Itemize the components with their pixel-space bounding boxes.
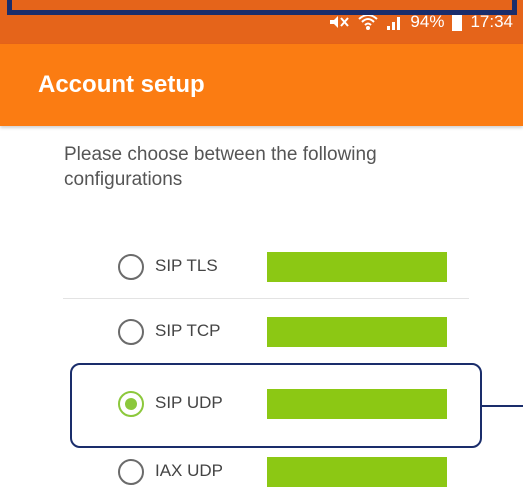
option-sip-tcp[interactable]: SIP TCP bbox=[63, 302, 469, 362]
option-label: SIP TLS bbox=[155, 256, 218, 275]
battery-icon bbox=[452, 13, 463, 31]
signal-icon bbox=[386, 13, 402, 31]
redaction-block bbox=[267, 317, 447, 347]
radio-iax-udp[interactable] bbox=[118, 459, 144, 485]
clock: 17:34 bbox=[470, 12, 513, 31]
app-bar: Account setup bbox=[0, 44, 523, 126]
annotation-frame-top bbox=[7, 10, 517, 15]
option-label: IAX UDP bbox=[155, 461, 224, 480]
battery-percent: 94% bbox=[410, 12, 445, 31]
instructions-text: Please choose between the following conf… bbox=[64, 144, 377, 190]
option-iax-udp[interactable]: IAX UDP bbox=[63, 442, 469, 502]
annotation-pointer-line bbox=[482, 405, 523, 407]
redaction-block bbox=[267, 457, 447, 487]
divider bbox=[63, 298, 469, 299]
mute-icon bbox=[328, 13, 350, 31]
radio-sip-tls[interactable] bbox=[118, 254, 144, 280]
annotation-frame-right bbox=[512, 0, 517, 15]
page-title: Account setup bbox=[38, 71, 205, 98]
annotation-highlight-box bbox=[70, 363, 482, 448]
screen: 94% 17:34 Account setup Please choose be… bbox=[0, 0, 523, 502]
option-sip-tls[interactable]: SIP TLS bbox=[63, 237, 469, 297]
status-bar: 94% 17:34 bbox=[0, 0, 523, 44]
option-label: SIP TCP bbox=[155, 321, 221, 340]
radio-sip-tcp[interactable] bbox=[118, 319, 144, 345]
redaction-block bbox=[267, 252, 447, 282]
wifi-icon bbox=[358, 13, 379, 31]
